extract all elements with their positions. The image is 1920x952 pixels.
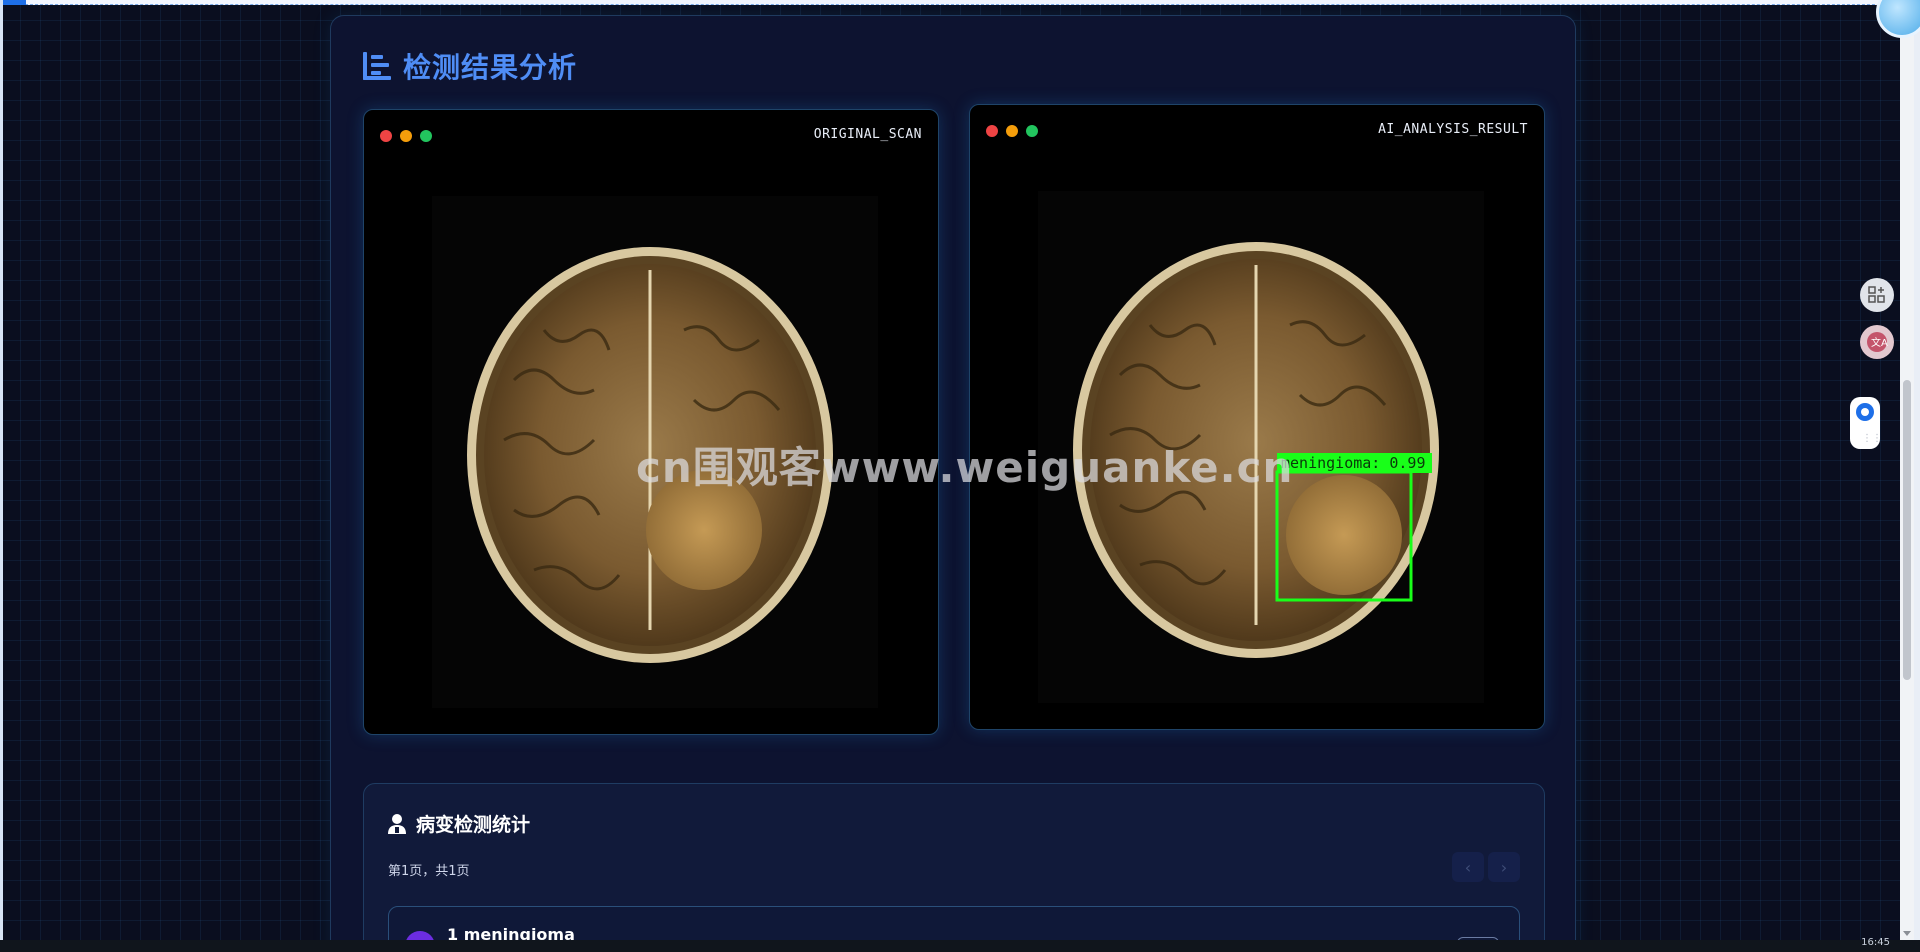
stats-title: 病变检测统计 [416, 814, 531, 836]
window-left-edge [0, 0, 3, 952]
svg-text:文A: 文A [1871, 336, 1888, 349]
browser-top-strip [0, 0, 1920, 5]
pagination: ‹ › [1452, 852, 1520, 882]
window-dot-yellow [1006, 125, 1018, 137]
page-info: 第1页，共1页 [388, 864, 470, 879]
window-right-edge [1914, 0, 1920, 952]
analysis-mri-image: meningioma: 0.99 [1038, 191, 1484, 703]
lesion-stats-card: 病变检测统计 第1页，共1页 ‹ › 1 meningioma [363, 783, 1545, 952]
stats-header: 病变检测统计 [386, 810, 530, 837]
scrollbar-thumb[interactable] [1903, 380, 1911, 680]
taskbar-time: 16:45 [1861, 937, 1890, 948]
location-pin-icon [1856, 403, 1874, 421]
doctor-icon [388, 813, 406, 834]
active-tab-indicator [0, 0, 26, 5]
bar-chart-icon [363, 52, 393, 80]
avatar[interactable] [1876, 0, 1920, 38]
section-header: 检测结果分析 [363, 46, 577, 86]
section-title: 检测结果分析 [403, 51, 578, 84]
window-dot-red [986, 125, 998, 137]
window-dot-yellow [400, 130, 412, 142]
next-page-button[interactable]: › [1488, 852, 1520, 882]
detection-label: meningioma: 0.99 [1281, 454, 1426, 472]
apps-add-icon[interactable] [1860, 278, 1894, 312]
assistant-pill[interactable]: ⋮⋮ [1850, 397, 1882, 449]
page-scrollbar[interactable] [1900, 0, 1914, 940]
analysis-result-viewer: meningioma: 0.99 AI_ANALYSIS_RESULT [969, 104, 1545, 730]
window-dot-green [420, 130, 432, 142]
watermark: cn围观客www.weiguanke.cn [636, 443, 1294, 492]
translate-icon[interactable]: 文A [1860, 325, 1894, 359]
window-dot-green [1026, 125, 1038, 137]
taskbar: 16:45 [0, 937, 1920, 952]
prev-page-button[interactable]: ‹ [1452, 852, 1484, 882]
original-scan-viewer: ORIGINAL_SCAN [363, 109, 939, 735]
original-mri-image [432, 196, 878, 708]
scroll-down-arrow[interactable] [1903, 931, 1911, 936]
drag-handle-icon[interactable]: ⋮⋮ [1862, 433, 1882, 444]
analysis-result-label: AI_ANALYSIS_RESULT [1378, 122, 1528, 137]
window-dot-red [380, 130, 392, 142]
original-scan-label: ORIGINAL_SCAN [813, 127, 922, 142]
